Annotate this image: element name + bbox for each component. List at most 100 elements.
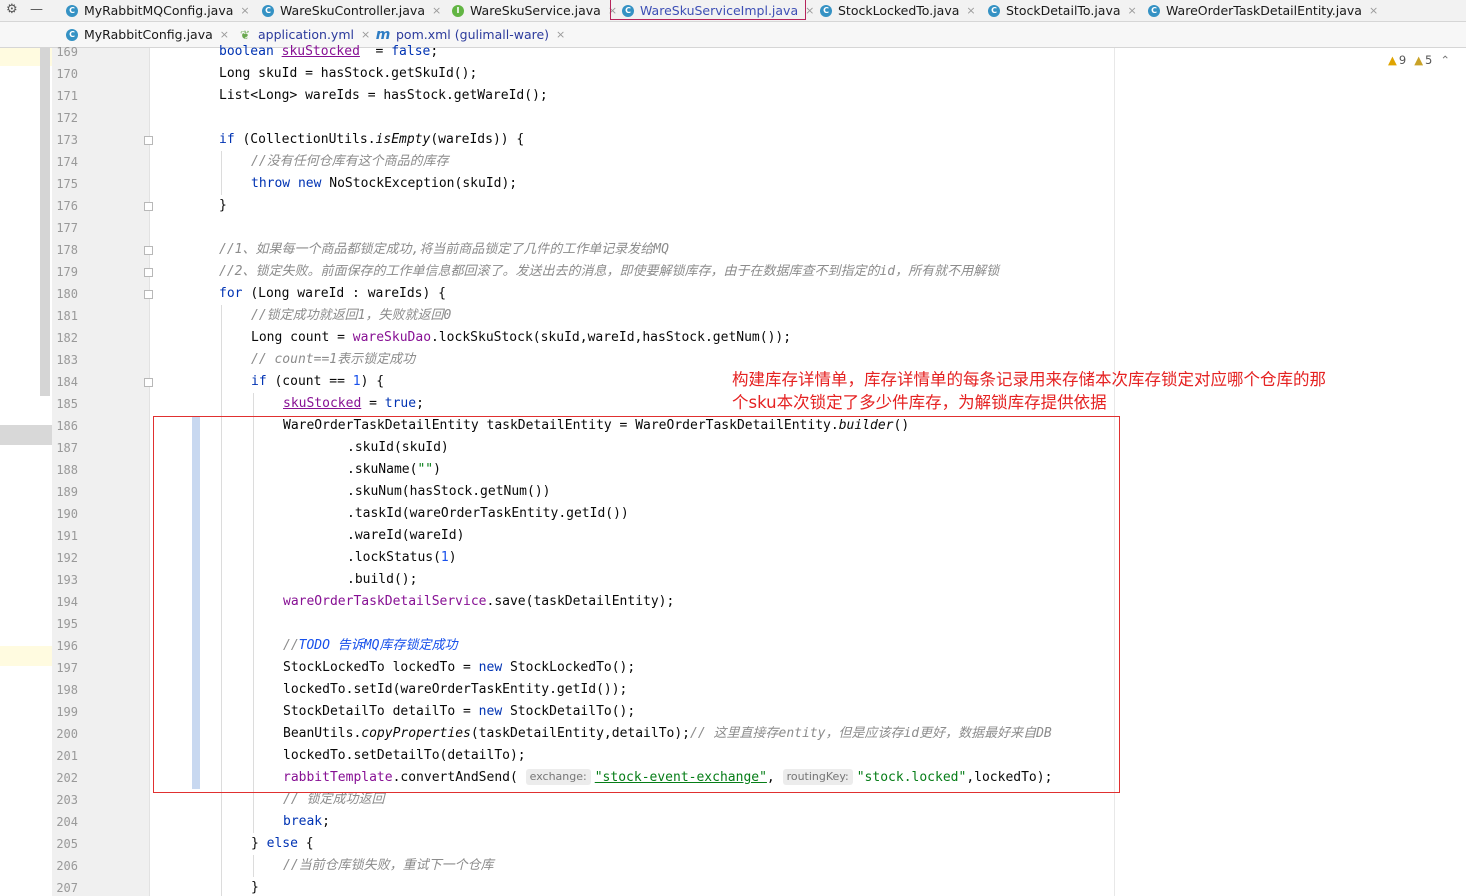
line-number: 187 bbox=[56, 441, 78, 455]
code-token: .taskId(wareOrderTaskEntity.getId()) bbox=[347, 506, 629, 521]
code-line[interactable]: StockDetailTo detailTo = new StockDetail… bbox=[283, 701, 635, 723]
line-number: 169 bbox=[56, 45, 78, 59]
tab-1[interactable]: C WareSkuController.java × bbox=[254, 0, 447, 21]
tab-5[interactable]: C StockDetailTo.java × bbox=[980, 0, 1143, 21]
gear-icon[interactable]: ⚙ bbox=[6, 2, 18, 17]
tab-3[interactable]: C WareSkuServiceImpl.java × bbox=[614, 0, 820, 21]
code-token: , bbox=[766, 770, 783, 785]
class-icon: C bbox=[262, 4, 274, 17]
line-number: 202 bbox=[56, 771, 78, 785]
tab-4[interactable]: C StockLockedTo.java × bbox=[812, 0, 982, 21]
indent-guide bbox=[253, 393, 254, 833]
code-line[interactable]: lockedTo.setDetailTo(detailTo); bbox=[283, 745, 526, 767]
code-line[interactable]: if (CollectionUtils.isEmpty(wareIds)) { bbox=[219, 129, 524, 151]
inspection-widget[interactable]: ▲ 9 ▲ 5 ⌃ bbox=[1388, 53, 1450, 67]
line-number: 206 bbox=[56, 859, 78, 873]
close-icon[interactable]: × bbox=[556, 28, 565, 41]
code-line[interactable]: .build(); bbox=[347, 569, 417, 591]
code-line[interactable]: if (count == 1) { bbox=[251, 371, 384, 393]
code-token: copyProperties bbox=[361, 726, 471, 741]
code-token: (wareIds)) { bbox=[430, 132, 525, 147]
code-line[interactable]: } else { bbox=[251, 833, 314, 855]
code-line[interactable]: //当前仓库锁失败，重试下一个仓库 bbox=[283, 855, 494, 877]
code-line[interactable]: skuStocked = true; bbox=[283, 393, 424, 415]
line-number: 179 bbox=[56, 265, 78, 279]
code-line[interactable]: WareOrderTaskDetailEntity taskDetailEnti… bbox=[283, 415, 909, 437]
code-token: NoStockException(skuId); bbox=[329, 176, 518, 191]
code-token: .skuNum(hasStock.getNum()) bbox=[347, 484, 551, 499]
code-line[interactable]: .skuName("") bbox=[347, 459, 441, 481]
code-line[interactable]: } bbox=[219, 195, 227, 217]
code-line[interactable]: for (Long wareId : wareIds) { bbox=[219, 283, 446, 305]
chevron-up-icon[interactable]: ⌃ bbox=[1440, 53, 1450, 67]
line-number-gutter[interactable]: 169 170 171 172 173 174 175 176 177 178 179 180 181 1… bbox=[52, 45, 200, 896]
code-line[interactable]: throw new NoStockException(skuId); bbox=[251, 173, 517, 195]
code-token: StockDetailTo(); bbox=[509, 704, 636, 719]
line-number: 180 bbox=[56, 287, 78, 301]
minimize-icon[interactable]: — bbox=[30, 2, 43, 17]
editor-tab-bar-primary: ⚙ — C MyRabbitMQConfig.java × C WareSkuContr… bbox=[0, 0, 1466, 22]
code-token: "stock.locked" bbox=[856, 770, 967, 785]
code-line[interactable]: //锁定成功就返回1，失败就返回0 bbox=[251, 305, 451, 327]
code-line[interactable]: } bbox=[251, 877, 259, 896]
code-token: Long skuId = hasStock.getSkuId(); bbox=[219, 66, 478, 81]
code-token: = bbox=[361, 396, 385, 411]
code-line[interactable]: boolean skuStocked = false; bbox=[219, 41, 438, 63]
line-number: 178 bbox=[56, 243, 78, 257]
code-line[interactable]: rabbitTemplate.convertAndSend( exchange:… bbox=[283, 767, 1052, 789]
line-number: 170 bbox=[56, 67, 78, 81]
code-line[interactable]: .taskId(wareOrderTaskEntity.getId()) bbox=[347, 503, 629, 525]
code-token: for bbox=[219, 286, 251, 301]
line-number: 175 bbox=[56, 177, 78, 191]
code-line[interactable]: //TODO 告诉MQ库存锁定成功 bbox=[283, 635, 457, 657]
code-token: .convertAndSend( bbox=[392, 770, 526, 785]
code-line[interactable]: BeanUtils.copyProperties(taskDetailEntit… bbox=[283, 723, 1052, 745]
close-icon[interactable]: × bbox=[220, 28, 229, 41]
parameter-hint: routingKey: bbox=[782, 769, 853, 785]
code-line[interactable]: .wareId(wareId) bbox=[347, 525, 464, 547]
structure-scrollbar[interactable] bbox=[40, 48, 50, 396]
code-line[interactable]: Long count = wareSkuDao.lockSkuStock(sku… bbox=[251, 327, 791, 349]
close-icon[interactable]: × bbox=[240, 4, 249, 17]
code-line[interactable]: break; bbox=[283, 811, 330, 833]
parameter-hint: exchange: bbox=[525, 769, 591, 785]
code-token: ) { bbox=[360, 374, 385, 389]
class-icon: C bbox=[66, 28, 78, 41]
code-line[interactable]: // 锁定成功返回 bbox=[283, 789, 384, 811]
tab-label: MyRabbitMQConfig.java bbox=[84, 3, 234, 18]
warning-count: 9 bbox=[1398, 53, 1407, 67]
code-token: "" bbox=[417, 462, 434, 477]
code-token: // bbox=[283, 638, 299, 653]
code-line[interactable]: Long skuId = hasStock.getSkuId(); bbox=[219, 63, 477, 85]
tab-label: StockDetailTo.java bbox=[1006, 3, 1121, 18]
line-number: 186 bbox=[56, 419, 78, 433]
code-token: ) bbox=[448, 550, 457, 565]
code-line[interactable]: // count==1表示锁定成功 bbox=[251, 349, 415, 371]
code-editor[interactable]: boolean skuStocked = false; Long skuId = … bbox=[151, 44, 1466, 896]
code-line[interactable]: .skuNum(hasStock.getNum()) bbox=[347, 481, 551, 503]
close-icon[interactable]: × bbox=[432, 4, 441, 17]
code-line[interactable]: wareOrderTaskDetailService.save(taskDeta… bbox=[283, 591, 674, 613]
line-number: 171 bbox=[56, 89, 78, 103]
tab-0[interactable]: C MyRabbitMQConfig.java × bbox=[58, 0, 256, 21]
tab-6[interactable]: C WareOrderTaskDetailEntity.java × bbox=[1140, 0, 1384, 21]
close-icon[interactable]: × bbox=[966, 4, 975, 17]
line-number: 173 bbox=[56, 133, 78, 147]
code-token: // 这里直接存entity，但是应该存id更好，数据最好来自DB bbox=[690, 726, 1052, 741]
code-line[interactable]: lockedTo.setId(wareOrderTaskEntity.getId… bbox=[283, 679, 627, 701]
line-number: 203 bbox=[56, 793, 78, 807]
code-line[interactable]: StockLockedTo lockedTo = new StockLocked… bbox=[283, 657, 635, 679]
code-line[interactable]: .lockStatus(1) bbox=[347, 547, 457, 569]
code-line[interactable]: //2、锁定失败。前面保存的工作单信息都回滚了。发送出去的消息，即使要解锁库存，… bbox=[219, 261, 999, 283]
code-line[interactable]: .skuId(skuId) bbox=[347, 437, 449, 459]
code-token: throw new bbox=[251, 176, 330, 191]
close-icon[interactable]: × bbox=[1128, 4, 1137, 17]
code-line[interactable]: List<Long> wareIds = hasStock.getWareId(… bbox=[219, 85, 548, 107]
tab-secondary-0[interactable]: C MyRabbitConfig.java × bbox=[58, 22, 235, 47]
close-icon[interactable]: × bbox=[1369, 4, 1378, 17]
code-line[interactable]: //1、如果每一个商品都锁定成功,将当前商品锁定了几件的工作单记录发给MQ bbox=[219, 239, 669, 261]
code-token: ,lockedTo); bbox=[966, 770, 1053, 785]
code-token: ) bbox=[433, 462, 441, 477]
tab-2[interactable]: I WareSkuService.java × bbox=[444, 0, 623, 21]
code-line[interactable]: //没有任何仓库有这个商品的库存 bbox=[251, 151, 449, 173]
